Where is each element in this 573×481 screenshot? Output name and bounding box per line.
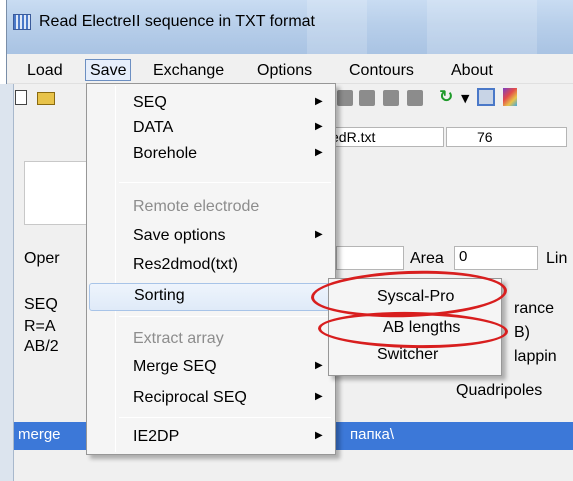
menu-separator bbox=[119, 182, 331, 183]
menu-separator bbox=[119, 316, 331, 317]
submenu-arrow-icon: ▶ bbox=[315, 121, 323, 132]
menu-item-seq[interactable]: SEQ ▶ bbox=[89, 90, 333, 118]
rance-label: rance bbox=[514, 300, 555, 317]
menu-item-label: Sorting bbox=[134, 287, 185, 304]
open-folder-icon[interactable] bbox=[37, 92, 55, 105]
status-right-text: папка\ bbox=[350, 426, 394, 443]
menu-item-label: IE2DP bbox=[133, 428, 180, 445]
submenu-arrow-icon: ▶ bbox=[315, 96, 323, 107]
submenu-arrow-icon: ▶ bbox=[315, 360, 323, 371]
tool-icon[interactable] bbox=[359, 90, 375, 106]
tool-icon[interactable] bbox=[337, 90, 353, 106]
b-label: B) bbox=[514, 324, 530, 341]
menu-item-label: Reciprocal SEQ bbox=[133, 389, 247, 406]
quadripoles-label: Quadripoles bbox=[456, 382, 543, 399]
oper-input[interactable] bbox=[336, 246, 404, 270]
menu-item-label: Remote electrode bbox=[133, 198, 260, 215]
area-input[interactable]: 0 bbox=[454, 246, 538, 270]
submenu-item-label: Switcher bbox=[377, 346, 439, 363]
tool-icon[interactable] bbox=[407, 90, 423, 106]
new-file-icon[interactable] bbox=[15, 90, 27, 105]
r-label: R=A bbox=[24, 318, 56, 335]
menu-options[interactable]: Options bbox=[253, 60, 316, 82]
frame-icon[interactable] bbox=[477, 88, 495, 106]
title-bar: Read ElectreII sequence in TXT format bbox=[7, 0, 573, 54]
menu-item-res2dmod[interactable]: Res2dmod(txt) bbox=[89, 252, 333, 280]
submenu-arrow-icon: ▶ bbox=[315, 430, 323, 441]
submenu-arrow-icon: ▶ bbox=[315, 229, 323, 240]
ab-label: AB/2 bbox=[24, 338, 59, 355]
title-decoration bbox=[427, 0, 537, 54]
app-icon bbox=[13, 14, 31, 30]
palette-icon[interactable] bbox=[503, 88, 517, 106]
menu-item-label: Res2dmod(txt) bbox=[133, 256, 238, 273]
menu-item-save-options[interactable]: Save options ▶ bbox=[89, 223, 333, 251]
menu-exchange[interactable]: Exchange bbox=[149, 60, 228, 82]
menu-item-label: SEQ bbox=[133, 94, 167, 111]
refresh-icon[interactable]: ↻ bbox=[439, 87, 455, 107]
menu-item-sorting[interactable]: Sorting bbox=[89, 283, 333, 311]
side-strip bbox=[0, 84, 14, 481]
lappin-label: lappin bbox=[514, 348, 557, 365]
menu-item-label: DATA bbox=[133, 119, 174, 136]
submenu-arrow-icon: ▶ bbox=[315, 391, 323, 402]
menu-item-label: Merge SEQ bbox=[133, 358, 217, 375]
area-label: Area bbox=[410, 250, 444, 267]
menu-contours[interactable]: Contours bbox=[345, 60, 418, 82]
status-left-text: merge bbox=[18, 426, 61, 443]
menu-about[interactable]: About bbox=[447, 60, 497, 82]
preview-panel bbox=[24, 161, 88, 225]
chevron-down-icon[interactable]: ▼ bbox=[461, 92, 477, 108]
menu-item-extract-array: Extract array bbox=[89, 326, 333, 354]
menu-separator bbox=[119, 417, 331, 418]
menu-item-ie2dp[interactable]: IE2DP ▶ bbox=[89, 424, 333, 452]
menu-item-label: Save options bbox=[133, 227, 226, 244]
menu-item-label: Extract array bbox=[133, 330, 224, 347]
seq-label: SEQ bbox=[24, 296, 58, 313]
title-decoration bbox=[307, 0, 367, 54]
menu-item-reciprocal-seq[interactable]: Reciprocal SEQ ▶ bbox=[89, 385, 333, 413]
menu-item-data[interactable]: DATA ▶ bbox=[89, 115, 333, 143]
menu-item-merge-seq[interactable]: Merge SEQ ▶ bbox=[89, 354, 333, 382]
lin-label: Lin bbox=[546, 250, 568, 267]
number-field[interactable]: 76 bbox=[446, 127, 567, 147]
oper-label: Oper bbox=[24, 250, 60, 267]
window-title: Read ElectreII sequence in TXT format bbox=[39, 13, 315, 30]
menu-save[interactable]: Save bbox=[85, 59, 132, 81]
menu-load[interactable]: Load bbox=[23, 60, 67, 82]
time-icon[interactable] bbox=[383, 90, 399, 106]
save-menu: SEQ ▶ DATA ▶ Borehole ▶ Remote electrode… bbox=[86, 83, 336, 455]
menu-item-label: Borehole bbox=[133, 145, 198, 162]
menu-bar: Load Save Exchange Options Contours Abou… bbox=[7, 54, 573, 84]
menu-item-remote-electrode: Remote electrode bbox=[89, 194, 333, 222]
submenu-arrow-icon: ▶ bbox=[315, 147, 323, 158]
menu-item-borehole[interactable]: Borehole ▶ bbox=[89, 141, 333, 169]
